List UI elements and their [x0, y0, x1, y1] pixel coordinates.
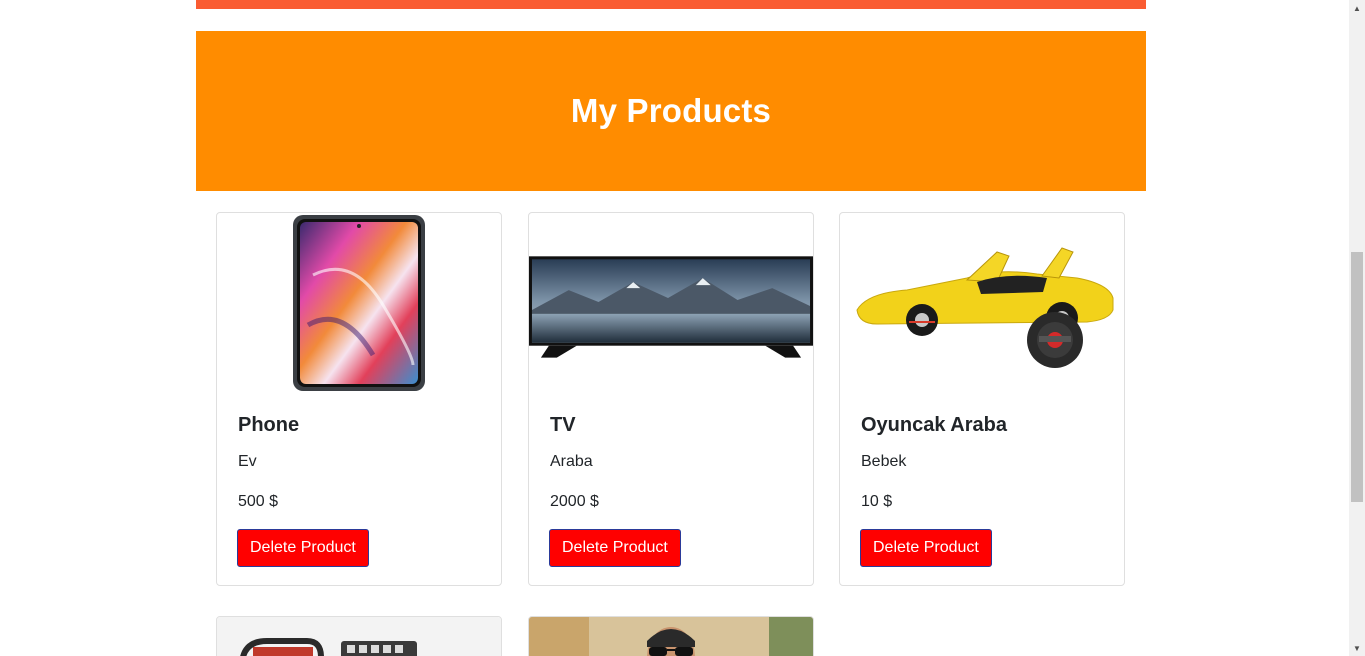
product-price: 10 $	[861, 493, 893, 510]
delete-product-button[interactable]: Delete Product	[237, 529, 369, 567]
product-card: TV Araba 2000 $ Delete Product	[528, 212, 814, 586]
top-accent-bar	[196, 0, 1146, 9]
page: My Products Phone Ev 500 $ Delete Produc…	[0, 0, 1349, 656]
television-image	[529, 256, 813, 358]
equipment-image	[217, 617, 501, 656]
product-card	[216, 616, 502, 656]
product-price: 2000 $	[550, 493, 599, 510]
product-name: Oyuncak Araba	[861, 414, 1007, 436]
delete-product-button[interactable]: Delete Product	[549, 529, 681, 567]
product-image	[529, 213, 813, 393]
product-price: 500 $	[238, 493, 279, 510]
product-image	[217, 213, 501, 393]
triangle-up-icon[interactable]: ▲	[1349, 0, 1365, 16]
scrollbar-thumb[interactable]	[1351, 252, 1363, 502]
toy-car-image	[856, 247, 1114, 368]
product-category: Bebek	[861, 453, 907, 470]
product-category: Araba	[550, 453, 593, 470]
person-image	[529, 617, 813, 656]
product-category: Ev	[238, 453, 257, 470]
vertical-scrollbar[interactable]: ▲ ▼	[1349, 0, 1365, 656]
product-name: TV	[550, 414, 576, 436]
product-image	[840, 213, 1124, 393]
smartphone-image	[293, 215, 425, 391]
page-header: My Products	[196, 31, 1146, 191]
product-card: Oyuncak Araba Bebek 10 $ Delete Product	[839, 212, 1125, 586]
page-title: My Products	[570, 92, 772, 129]
product-card	[528, 616, 814, 656]
product-name: Phone	[238, 414, 300, 436]
product-card: Phone Ev 500 $ Delete Product	[216, 212, 502, 586]
triangle-down-icon[interactable]: ▼	[1349, 640, 1365, 656]
delete-product-button[interactable]: Delete Product	[860, 529, 992, 567]
